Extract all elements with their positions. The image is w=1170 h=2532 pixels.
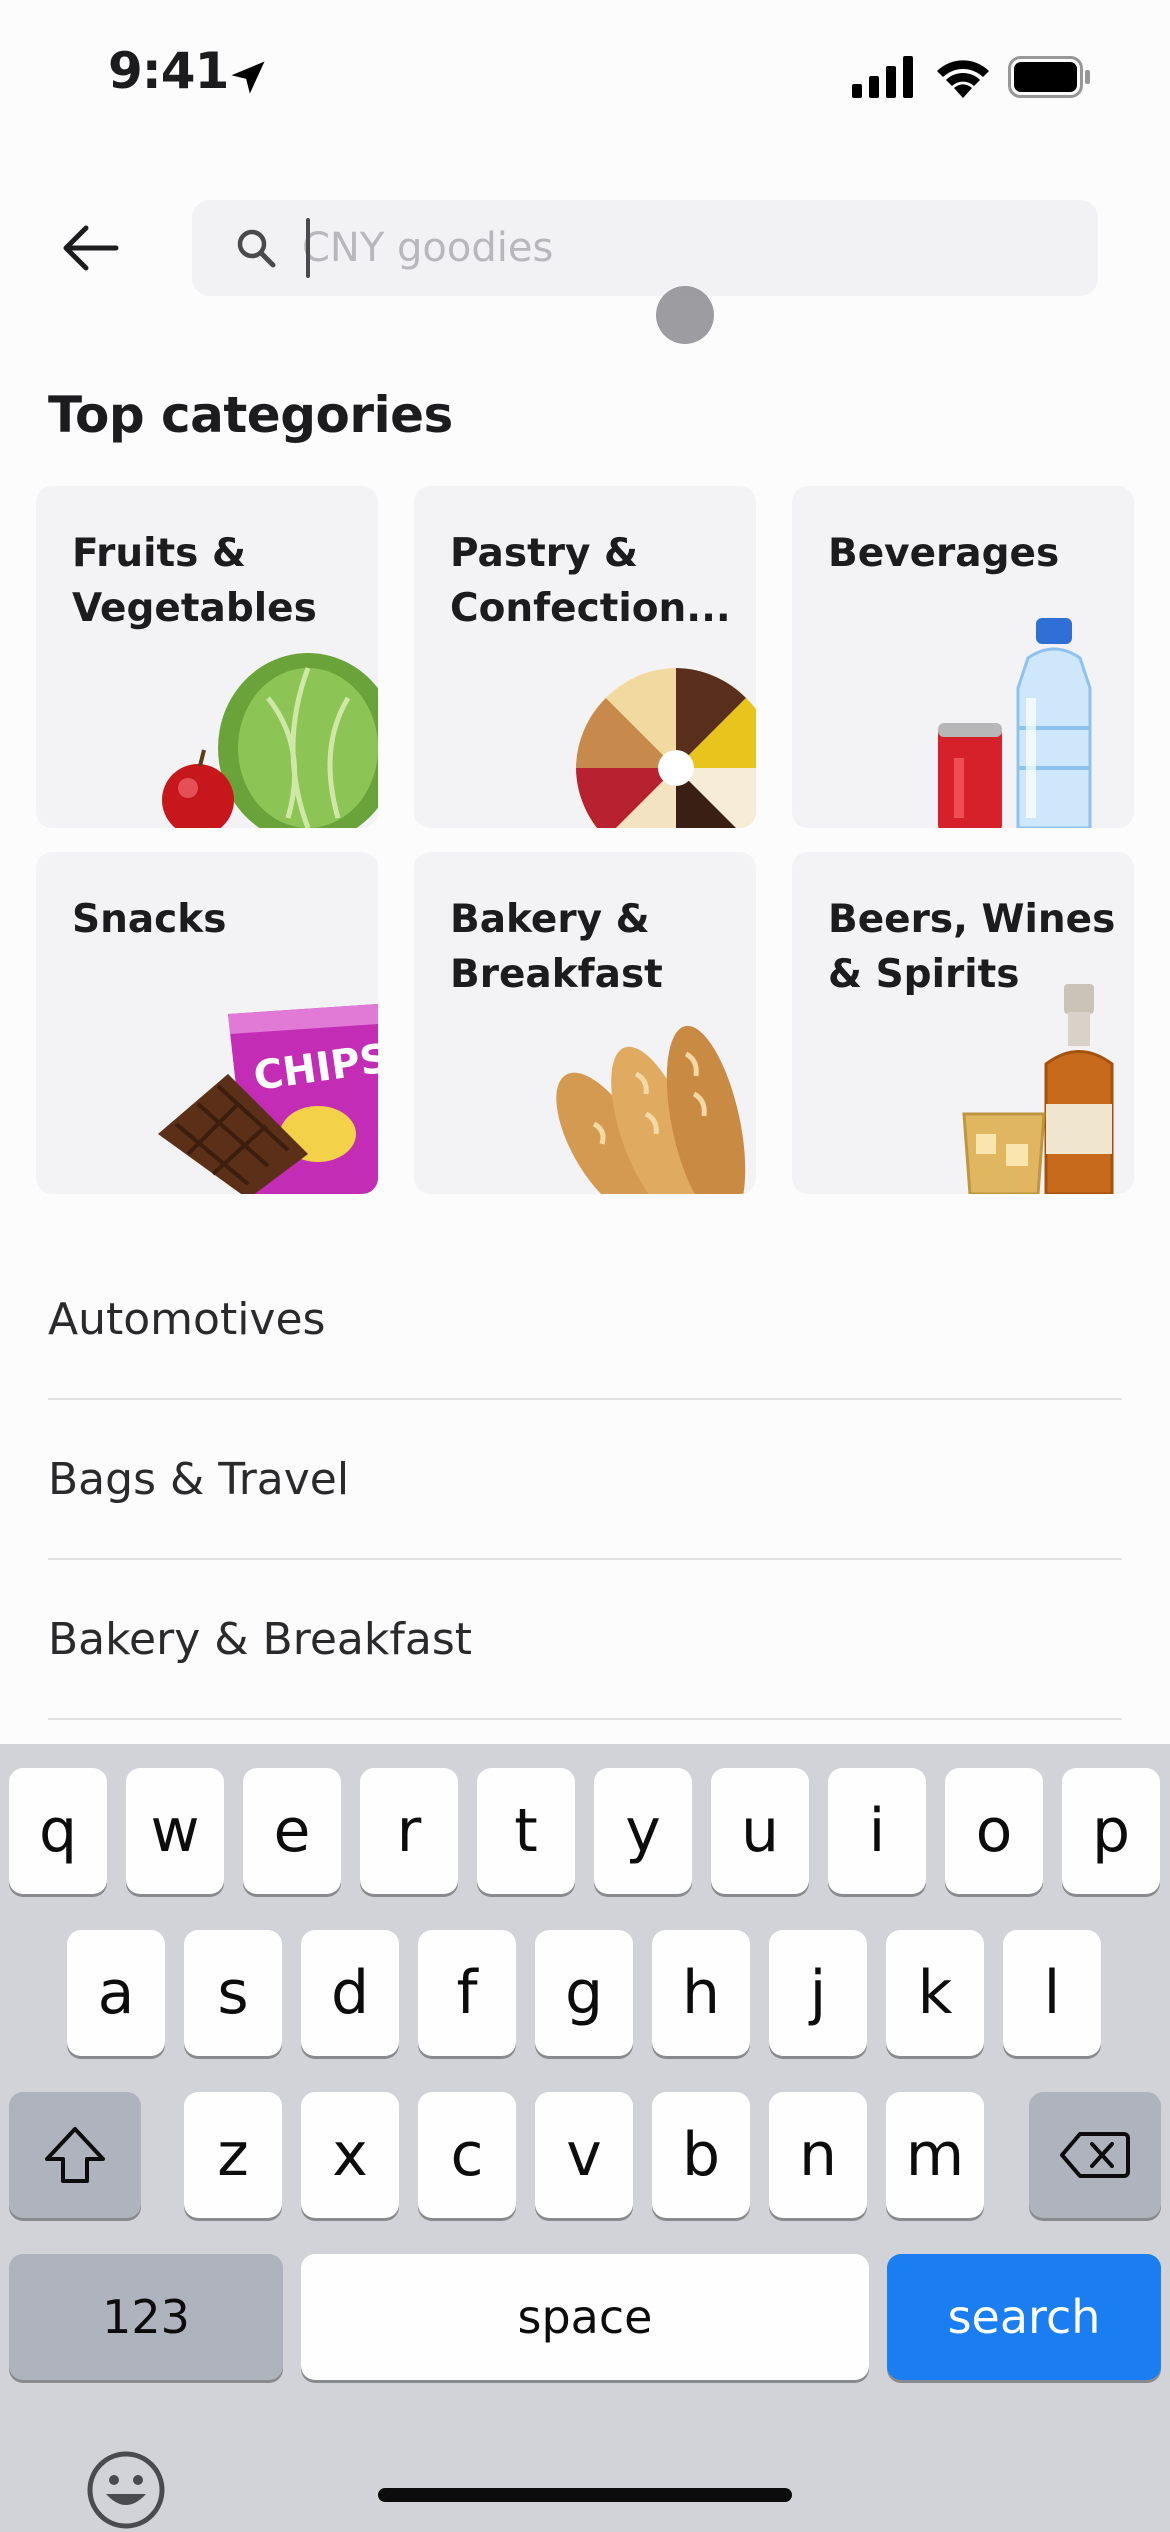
key-k[interactable]: k [886, 1930, 984, 2056]
numbers-key[interactable]: 123 [9, 2254, 283, 2380]
key-j[interactable]: j [769, 1930, 867, 2056]
location-arrow-icon [231, 61, 265, 94]
home-indicator [378, 2488, 792, 2502]
key-a[interactable]: a [67, 1930, 165, 2056]
cellular-signal-icon [852, 56, 913, 98]
emoji-icon[interactable] [86, 2450, 166, 2530]
list-item-bags-travel[interactable]: Bags & Travel [48, 1400, 1122, 1560]
status-time: 9:41 [108, 42, 229, 100]
back-button[interactable] [48, 200, 132, 296]
key-q[interactable]: q [9, 1768, 107, 1894]
battery-icon [1008, 56, 1090, 98]
category-tile-beers-wines-spirits[interactable]: Beers, Wines & Spirits [792, 852, 1134, 1194]
space-key[interactable]: space [301, 2254, 869, 2380]
key-p[interactable]: p [1062, 1768, 1160, 1894]
key-o[interactable]: o [945, 1768, 1043, 1894]
search-box[interactable] [192, 200, 1098, 296]
list-item-bakery-breakfast[interactable]: Bakery & Breakfast [48, 1560, 1122, 1720]
key-w[interactable]: w [126, 1768, 224, 1894]
backspace-icon [1060, 2132, 1130, 2178]
key-e[interactable]: e [243, 1768, 341, 1894]
key-u[interactable]: u [711, 1768, 809, 1894]
key-y[interactable]: y [594, 1768, 692, 1894]
section-title: Top categories [48, 386, 453, 444]
category-tile-label: Beverages [828, 531, 1060, 576]
key-l[interactable]: l [1003, 1930, 1101, 2056]
key-g[interactable]: g [535, 1930, 633, 2056]
key-f[interactable]: f [418, 1930, 516, 2056]
category-tile-snacks[interactable]: Snacks CHIPS [36, 852, 378, 1194]
wifi-icon [937, 60, 989, 98]
key-x[interactable]: x [301, 2092, 399, 2218]
cabbage-apple-image [162, 653, 378, 828]
key-i[interactable]: i [828, 1768, 926, 1894]
key-n[interactable]: n [769, 2092, 867, 2218]
list-item-automotives[interactable]: Automotives [48, 1240, 1122, 1400]
category-tile-fruits-vegetables[interactable]: Fruits & Vegetables [36, 486, 378, 828]
back-arrow-icon [63, 225, 119, 271]
water-bottle-can-image [938, 618, 1092, 828]
key-z[interactable]: z [184, 2092, 282, 2218]
chips-chocolate-image: CHIPS [158, 1004, 378, 1194]
key-v[interactable]: v [535, 2092, 633, 2218]
whisky-bottle-glass-image [962, 984, 1114, 1194]
search-icon [237, 229, 276, 268]
search-key[interactable]: search [887, 2254, 1161, 2380]
category-list: Automotives Bags & Travel Bakery & Break… [48, 1240, 1122, 1720]
status-bar: 9:41 [0, 0, 1170, 150]
category-tile-beverages[interactable]: Beverages [792, 486, 1134, 828]
touch-indicator [656, 286, 714, 344]
key-t[interactable]: t [477, 1768, 575, 1894]
text-cursor [306, 218, 310, 278]
shift-key[interactable] [9, 2092, 141, 2218]
category-tile-label: Snacks [72, 897, 227, 942]
key-d[interactable]: d [301, 1930, 399, 2056]
top-categories-grid: Fruits & Vegetables Pastry & Confection.… [36, 486, 1134, 1194]
category-tile-pastry-confection[interactable]: Pastry & Confection... [414, 486, 756, 828]
search-input[interactable] [302, 200, 1062, 296]
key-s[interactable]: s [184, 1930, 282, 2056]
key-b[interactable]: b [652, 2092, 750, 2218]
shift-arrow-icon [45, 2127, 105, 2183]
baguettes-image [556, 1025, 746, 1194]
category-tile-bakery-breakfast[interactable]: Bakery & Breakfast [414, 852, 756, 1194]
key-r[interactable]: r [360, 1768, 458, 1894]
cake-slices-image [576, 668, 756, 828]
keyboard: q w e r t y u i o p a s d f g h j k l z … [0, 1744, 1170, 2532]
key-c[interactable]: c [418, 2092, 516, 2218]
delete-key[interactable] [1029, 2092, 1161, 2218]
key-m[interactable]: m [886, 2092, 984, 2218]
key-h[interactable]: h [652, 1930, 750, 2056]
